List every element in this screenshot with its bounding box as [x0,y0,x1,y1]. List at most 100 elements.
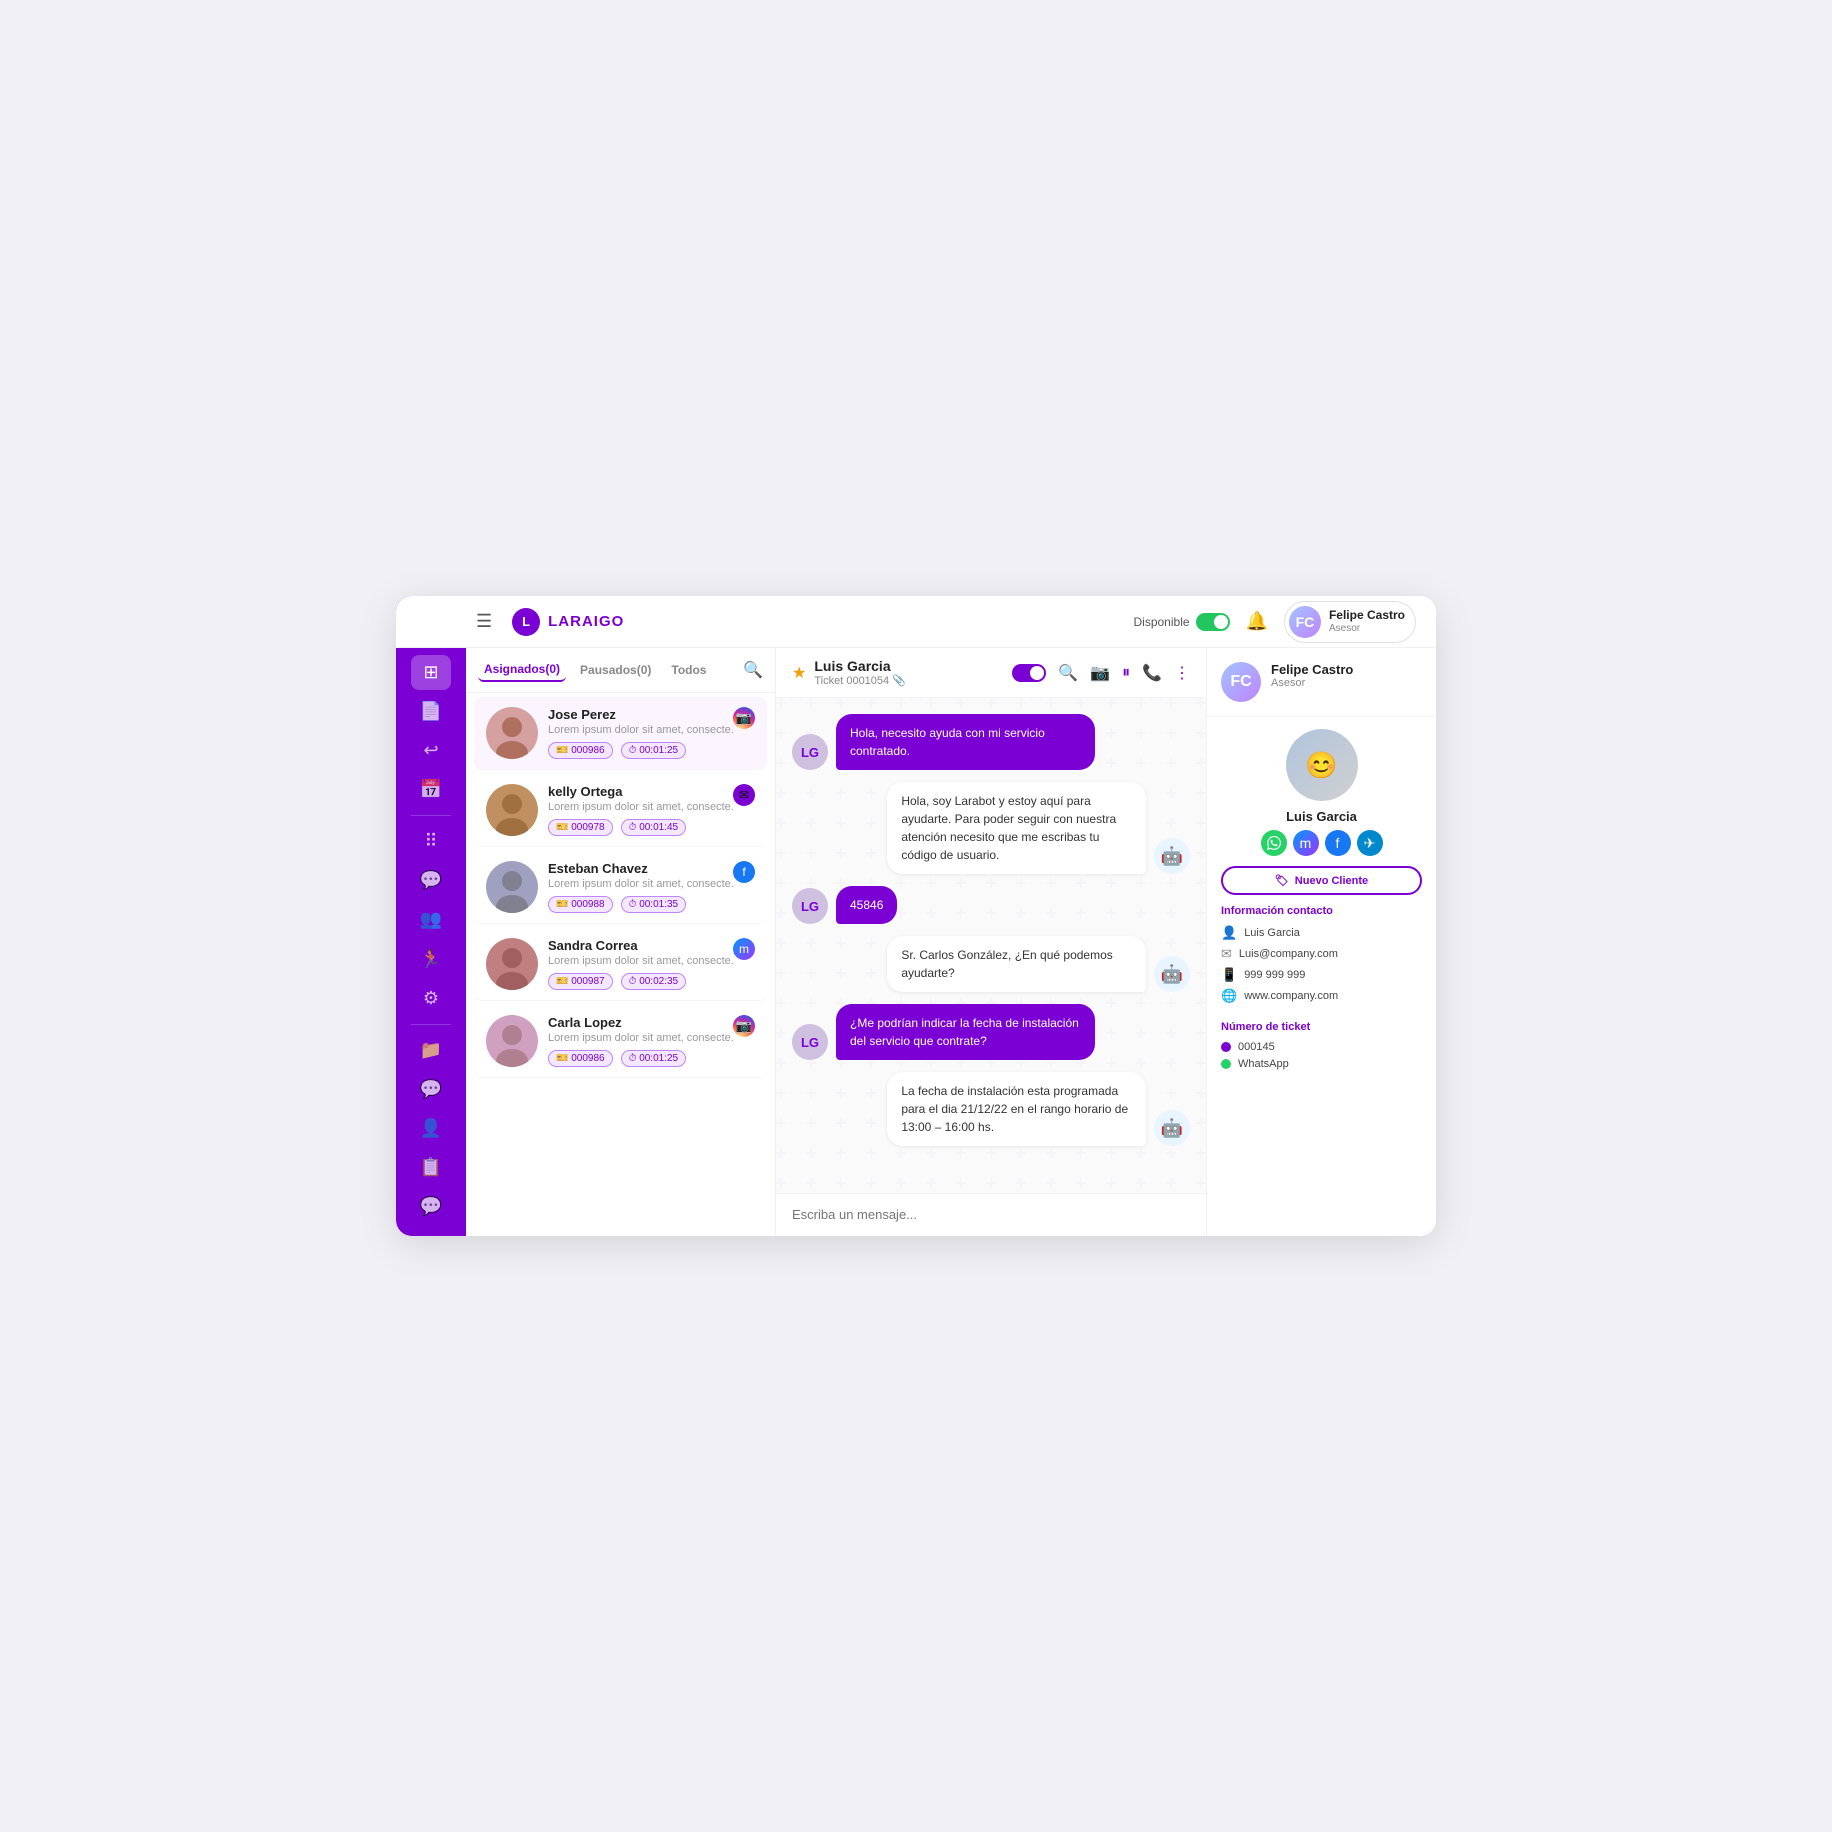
ticket-channel-row: WhatsApp [1221,1058,1422,1070]
user-chip[interactable]: FC Felipe Castro Asesor [1284,601,1416,643]
messenger-channel-btn[interactable]: m [1293,830,1319,856]
user-avatar: LG [792,1024,828,1060]
channel-icon-instagram2: 📷 [733,1015,755,1037]
chat-messages: LG Hola, necesito ayuda con mi servicio … [776,698,1206,1193]
bot-avatar: 🤖 [1154,956,1190,992]
list-item[interactable]: Jose Perez Lorem ipsum dolor sit amet, c… [474,697,767,770]
channel-icon-messenger: m [733,938,755,960]
facebook-channel-btn[interactable]: f [1325,830,1351,856]
sidebar-item-chat2[interactable]: 💬 [411,1189,451,1224]
sidebar-item-grid[interactable]: ⠿ [411,824,451,859]
info-row-phone: 📱 999 999 999 [1221,967,1422,983]
channel-icon-instagram: 📷 [733,707,755,729]
avatar: FC [1289,606,1321,638]
person-icon: 👤 [1221,925,1237,941]
tab-todos[interactable]: Todos [665,659,712,681]
contact-preview: Lorem ipsum dolor sit amet, consecte. [548,801,755,813]
time-badge: ⏱ 00:01:25 [621,742,687,759]
message-row: LG 45846 [792,886,1190,924]
info-phone: 999 999 999 [1244,969,1305,981]
sidebar-divider-1 [411,815,451,816]
web-icon: 🌐 [1221,988,1237,1004]
message-bubble: La fecha de instalación esta programada … [887,1072,1146,1146]
sidebar-item-settings[interactable]: ⚙ [411,981,451,1016]
ticket-badge: 🎫 000986 [548,1050,613,1067]
user-name: Felipe Castro [1329,608,1405,622]
agent-name: Felipe Castro [1271,662,1353,677]
channel-icon-facebook: f [733,861,755,883]
contact-name: Carla Lopez [548,1015,755,1030]
notification-bell[interactable]: 🔔 [1246,611,1268,632]
whatsapp-channel-btn[interactable] [1261,830,1287,856]
sidebar: L ⊞ 📄 ↩ 📅 ⠿ 💬 👥 🏃 ⚙ 📁 💬 👤 📋 💬 [396,596,466,1236]
message-input[interactable] [792,1207,1190,1222]
brand-name: LARAIGO [548,613,624,630]
disponible-label: Disponible [1134,615,1190,629]
avatar [486,1015,538,1067]
topbar: ☰ L LARAIGO Disponible 🔔 FC Felipe Castr… [396,596,1436,648]
pause-icon[interactable]: ⏸ [1122,664,1130,682]
sidebar-item-users[interactable]: 👥 [411,902,451,937]
message-bubble: ¿Me podrían indicar la fecha de instalac… [836,1004,1095,1060]
telegram-channel-btn[interactable]: ✈ [1357,830,1383,856]
sidebar-item-chat[interactable]: 💬 [411,863,451,898]
chat-contact-name: Luis Garcia [814,658,906,674]
contacts-search-icon[interactable]: 🔍 [743,660,763,680]
phone-icon: 📱 [1221,967,1237,983]
ticket-number-row: 000145 [1221,1041,1422,1053]
contact-name: Jose Perez [548,707,755,722]
sidebar-item-flow[interactable]: 🏃 [411,941,451,976]
ticket-dot-green [1221,1059,1231,1069]
brand-logo-icon: L [512,608,540,636]
right-panel: FC Felipe Castro Asesor 😊 Luis Garcia m [1206,648,1436,1236]
avatar [486,861,538,913]
message-row: LG ¿Me podrían indicar la fecha de insta… [792,1004,1190,1060]
phone-icon[interactable]: 📞 [1142,663,1162,683]
list-item[interactable]: Esteban Chavez Lorem ipsum dolor sit ame… [474,851,767,924]
more-icon[interactable]: ⋮ [1174,663,1190,683]
ticket-number: 000145 [1238,1041,1275,1053]
list-item[interactable]: Sandra Correa Lorem ipsum dolor sit amet… [474,928,767,1001]
info-name: Luis Garcia [1244,927,1300,939]
message-bubble: Hola, soy Larabot y estoy aquí para ayud… [887,782,1146,874]
list-item[interactable]: Carla Lopez Lorem ipsum dolor sit amet, … [474,1005,767,1078]
sidebar-item-clipboard[interactable]: 📋 [411,1150,451,1185]
sidebar-item-dashboard[interactable]: ⊞ [411,655,451,690]
sidebar-item-calendar[interactable]: 📅 [411,772,451,807]
contacts-list: Jose Perez Lorem ipsum dolor sit amet, c… [466,693,775,1236]
client-avatar-large: 😊 [1286,729,1358,801]
sidebar-item-reports[interactable]: 📄 [411,694,451,729]
message-bubble: Hola, necesito ayuda con mi servicio con… [836,714,1095,770]
tag-icon: 🏷 [1275,874,1289,887]
video-icon[interactable]: 📷 [1090,663,1110,683]
sidebar-item-folder[interactable]: 📁 [411,1033,451,1068]
new-client-button[interactable]: 🏷 Nuevo Cliente [1221,866,1422,895]
time-badge: ⏱ 00:02:35 [621,973,687,990]
topbar-logo-area: ☰ L LARAIGO [476,608,624,636]
user-role: Asesor [1329,623,1405,635]
avatar [486,938,538,990]
chat-header-actions: 🔍 📷 ⏸ 📞 ⋮ [1012,663,1190,683]
tab-pausados[interactable]: Pausados(0) [574,659,657,681]
user-avatar: LG [792,888,828,924]
status-badge: Disponible [1134,613,1230,631]
hamburger-menu[interactable]: ☰ [476,611,492,632]
info-row-web: 🌐 www.company.com [1221,988,1422,1004]
client-name: Luis Garcia [1221,809,1422,824]
chat-toggle[interactable] [1012,664,1046,682]
client-channels: m f ✈ [1221,830,1422,856]
ticket-channel: WhatsApp [1238,1058,1289,1070]
contacts-panel: Asignados(0) Pausados(0) Todos 🔍 Jose Pe… [466,648,776,1236]
list-item[interactable]: kelly Ortega Lorem ipsum dolor sit amet,… [474,774,767,847]
sidebar-item-back[interactable]: ↩ [411,733,451,768]
star-icon: ★ [792,663,806,683]
sidebar-item-person[interactable]: 👤 [411,1111,451,1146]
sidebar-item-messages[interactable]: 💬 [411,1072,451,1107]
message-row: 🤖 Hola, soy Larabot y estoy aquí para ay… [792,782,1190,874]
ticket-badge: 🎫 000978 [548,819,613,836]
ticket-badge: 🎫 000987 [548,973,613,990]
search-chat-icon[interactable]: 🔍 [1058,663,1078,683]
tab-asignados[interactable]: Asignados(0) [478,658,566,682]
status-toggle[interactable] [1196,613,1230,631]
agent-avatar: FC [1221,662,1261,702]
